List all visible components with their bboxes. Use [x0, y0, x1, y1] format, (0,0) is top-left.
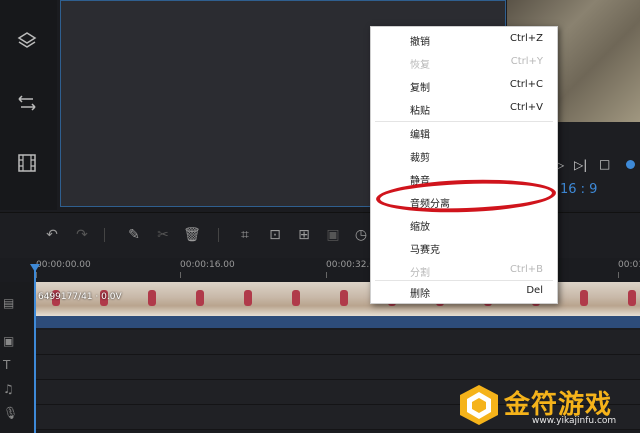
mic-track-icon[interactable]: 🎙: [3, 406, 19, 422]
clip-thumbnail: [274, 282, 323, 316]
audio-waveform: [34, 316, 640, 328]
stop-icon[interactable]: □: [599, 157, 610, 171]
ruler-tick: [180, 272, 181, 278]
context-menu: 撤销 Ctrl+Z 恢复 Ctrl+Y 复制 Ctrl+C 粘贴 Ctrl+V …: [370, 26, 558, 304]
clip-thumbnail: [178, 282, 227, 316]
resize-icon[interactable]: ⊡: [266, 226, 284, 244]
ruler-tick: [36, 272, 37, 278]
text-track[interactable]: [34, 355, 640, 380]
record-icon[interactable]: ▣: [324, 226, 342, 244]
toolbar-divider: [104, 228, 105, 242]
menu-item-redo[interactable]: 恢复 Ctrl+Y: [371, 52, 557, 75]
timecode-0: 00:00:00.00: [36, 260, 91, 270]
left-toolbar: [0, 0, 57, 210]
menu-item-label: 编辑: [410, 130, 430, 141]
ruler-tick: [326, 272, 327, 278]
crop-icon[interactable]: ⌗: [236, 226, 254, 244]
clip-thumbnail: [322, 282, 371, 316]
playhead[interactable]: [34, 265, 36, 433]
menu-item-label: 粘贴: [410, 106, 430, 117]
menu-item-edit[interactable]: 编辑: [371, 122, 557, 145]
volume-dot-icon[interactable]: [626, 160, 635, 169]
undo-icon[interactable]: ↶: [43, 226, 61, 244]
menu-item-paste[interactable]: 粘贴 Ctrl+V: [371, 98, 557, 121]
watermark-url: www.yikajinfu.com: [532, 416, 617, 426]
timecode-16: 00:00:16.00: [180, 260, 235, 270]
aspect-ratio-label[interactable]: 16 : 9: [560, 182, 597, 197]
menu-item-shortcut: Ctrl+V: [509, 102, 543, 113]
clip-thumbnail: [130, 282, 179, 316]
film-icon[interactable]: [16, 152, 38, 174]
menu-item-mosaic[interactable]: 马赛克: [371, 237, 557, 260]
menu-item-label: 裁剪: [410, 153, 430, 164]
overlay-track-icon[interactable]: ▣: [3, 334, 19, 350]
clock-icon[interactable]: ◷: [352, 226, 370, 244]
clip-thumbnail: [562, 282, 611, 316]
playhead-handle[interactable]: [30, 264, 40, 272]
menu-item-shortcut: Ctrl+C: [509, 79, 543, 90]
menu-item-shortcut: Ctrl+B: [509, 264, 543, 275]
trash-icon[interactable]: 🗑: [183, 226, 201, 244]
text-track-icon[interactable]: T: [3, 358, 19, 374]
menu-item-shortcut: Del: [526, 285, 543, 296]
menu-item-label: 马赛克: [410, 245, 440, 256]
music-track-icon[interactable]: ♫: [3, 382, 19, 398]
next-frame-icon[interactable]: ▷|: [574, 158, 587, 172]
mosaic-icon[interactable]: ⊞: [295, 226, 313, 244]
transition-icon[interactable]: [16, 92, 38, 114]
menu-item-crop[interactable]: 裁剪: [371, 145, 557, 168]
clip-label: 6499177/41 · 0.0V: [38, 292, 122, 302]
clip-thumbnail: [610, 282, 640, 316]
menu-item-label: 分割: [410, 268, 430, 279]
brand-logo-icon: [460, 385, 498, 425]
menu-item-shortcut: Ctrl+Y: [510, 56, 543, 67]
layers-icon[interactable]: [16, 30, 38, 52]
menu-item-copy[interactable]: 复制 Ctrl+C: [371, 75, 557, 98]
overlay-track[interactable]: [34, 330, 640, 355]
menu-item-delete[interactable]: 删除 Del: [371, 281, 557, 304]
redo-icon[interactable]: ↷: [73, 226, 91, 244]
menu-item-shortcut: Ctrl+Z: [509, 33, 543, 44]
pencil-icon[interactable]: ✎: [125, 226, 143, 244]
scissors-icon[interactable]: ✂: [154, 226, 172, 244]
toolbar-divider: [218, 228, 219, 242]
menu-item-zoom[interactable]: 缩放: [371, 214, 557, 237]
ruler-tick: [618, 272, 619, 278]
timecode-48: 00:01: [618, 260, 640, 270]
menu-item-label: 删除: [410, 289, 430, 300]
menu-item-label: 恢复: [410, 60, 430, 71]
menu-item-label: 缩放: [410, 222, 430, 233]
clip-thumbnail: [226, 282, 275, 316]
menu-item-label: 撤销: [410, 37, 430, 48]
video-track-icon[interactable]: ▤: [3, 296, 19, 312]
menu-item-undo[interactable]: 撤销 Ctrl+Z: [371, 29, 557, 52]
menu-item-label: 复制: [410, 83, 430, 94]
